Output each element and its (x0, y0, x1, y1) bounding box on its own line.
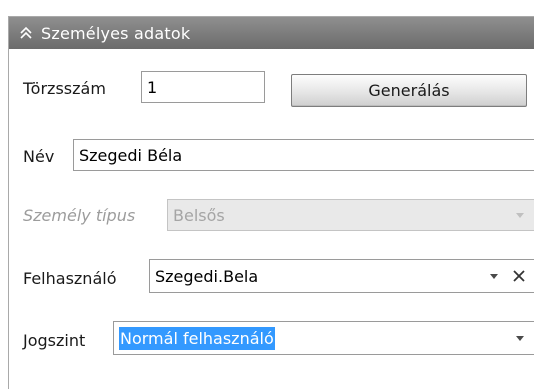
dropdown-arrow-icon[interactable] (510, 322, 530, 354)
torzsszam-input[interactable]: 1 (141, 71, 265, 103)
generate-button[interactable]: Generálás (291, 74, 527, 107)
dropdown-arrow-icon (510, 200, 530, 230)
felhasznalo-value: Szegedi.Bela (155, 266, 259, 286)
szemely-tipus-label: Személy típus (23, 206, 136, 225)
personal-data-panel: Személyes adatok Törzsszám 1 Generálás N… (8, 16, 534, 389)
panel-header[interactable]: Személyes adatok (9, 17, 534, 49)
felhasznalo-label: Felhasználó (23, 269, 117, 288)
panel-title: Személyes adatok (41, 23, 191, 43)
nev-label: Név (23, 147, 55, 166)
nev-value: Szegedi Béla (79, 145, 183, 165)
felhasznalo-combobox[interactable]: Szegedi.Bela (149, 259, 534, 293)
szemely-tipus-value: Belsős (173, 205, 225, 225)
jogszint-value: Normál felhasználó (119, 326, 275, 350)
nev-input[interactable]: Szegedi Béla (73, 139, 534, 171)
torzsszam-value: 1 (147, 77, 158, 97)
jogszint-label: Jogszint (23, 331, 86, 350)
dropdown-arrow-icon[interactable] (484, 260, 504, 292)
szemely-tipus-select: Belsős (167, 199, 534, 231)
clear-icon[interactable] (508, 260, 530, 292)
generate-button-label: Generálás (368, 81, 450, 100)
double-chevron-up-icon[interactable] (19, 25, 33, 41)
torzsszam-label: Törzsszám (23, 79, 106, 98)
jogszint-select[interactable]: Normál felhasználó (113, 321, 534, 355)
